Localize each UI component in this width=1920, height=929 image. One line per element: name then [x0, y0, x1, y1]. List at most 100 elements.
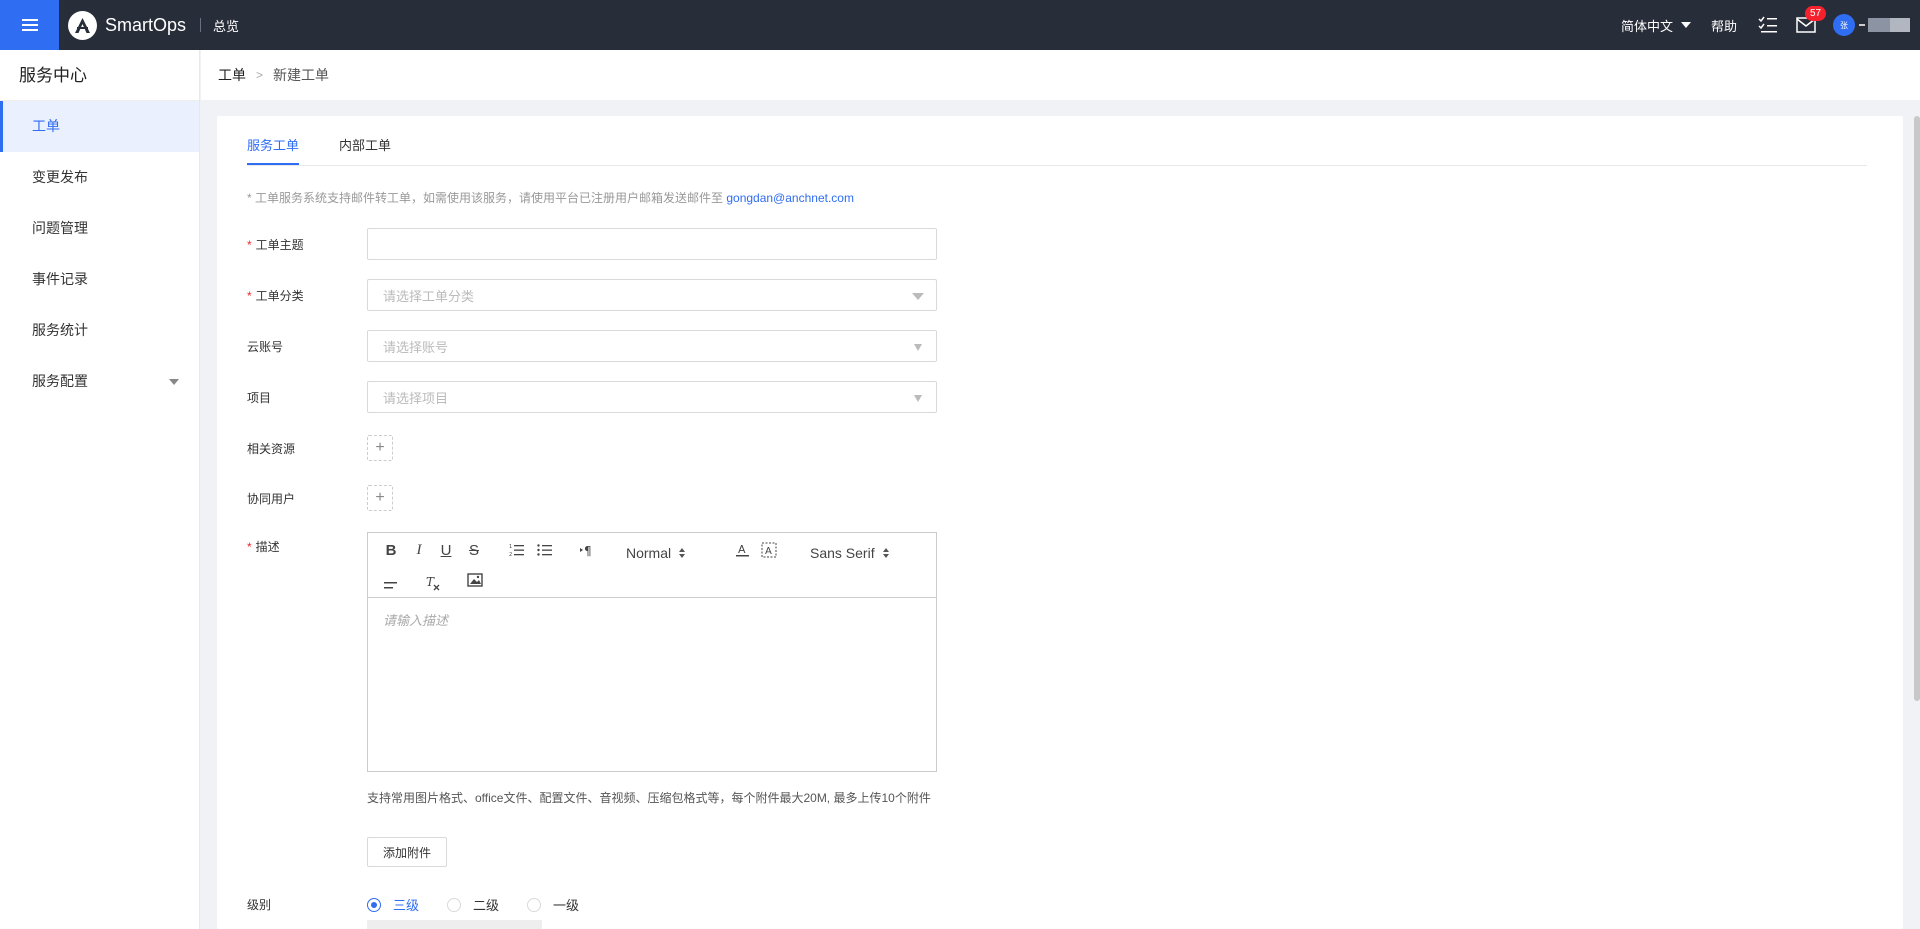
svg-text:¶: ¶	[584, 544, 592, 557]
notice-email[interactable]: gongdan@anchnet.com	[726, 191, 854, 205]
level-radio-1[interactable]: 一级	[527, 895, 579, 914]
logo[interactable]: SmartOps	[68, 10, 187, 40]
bold-button[interactable]: B	[382, 541, 400, 559]
strikethrough-button[interactable]: S	[465, 541, 483, 559]
header-select-label: Normal	[626, 545, 672, 561]
sidebar-item-label: 服务配置	[32, 373, 88, 389]
logo-icon	[68, 10, 97, 40]
project-placeholder: 请选择项目	[383, 390, 449, 406]
level-radio-3[interactable]: 三级	[367, 895, 419, 914]
category-row: * 工单分类 请选择工单分类	[247, 279, 937, 311]
collaborators-row: 协同用户 +	[247, 485, 393, 511]
sidebar-item-service-config[interactable]: 服务配置	[0, 356, 199, 407]
subject-input[interactable]	[367, 228, 937, 260]
image-icon[interactable]	[466, 571, 484, 589]
bullet-list-icon[interactable]	[536, 541, 554, 559]
account-select[interactable]: 请选择账号	[367, 330, 937, 362]
radio-checked-icon	[367, 897, 381, 912]
project-select[interactable]: 请选择项目	[367, 381, 937, 413]
account-row: 云账号 请选择账号	[247, 330, 937, 362]
logo-text: SmartOps	[105, 14, 187, 35]
add-resource-button[interactable]: +	[367, 435, 393, 461]
breadcrumb-current: 新建工单	[273, 67, 330, 83]
chevron-right-icon: >	[256, 68, 264, 82]
sidebar-item-service-stats[interactable]: 服务统计	[0, 305, 199, 356]
level-description-box	[367, 920, 542, 929]
font-select-label: Sans Serif	[810, 545, 875, 561]
category-label: * 工单分类	[247, 288, 304, 303]
attachment-note: 支持常用图片格式、office文件、配置文件、音视频、压缩包格式等，每个附件最大…	[367, 791, 931, 805]
avatar[interactable]: 张	[1833, 14, 1855, 36]
divider	[200, 18, 202, 32]
svg-text:A: A	[765, 546, 772, 557]
chevron-down-icon	[169, 379, 179, 385]
menu-button[interactable]	[0, 0, 59, 50]
breadcrumb: 工单 > 新建工单	[201, 50, 1920, 100]
svg-text:A: A	[738, 543, 746, 556]
language-label: 简体中文	[1620, 18, 1673, 34]
description-editor[interactable]: 请输入描述	[368, 598, 936, 641]
category-placeholder: 请选择工单分类	[383, 288, 475, 304]
sidebar-title: 服务中心	[0, 50, 199, 101]
description-label: * 描述	[247, 540, 280, 554]
subject-label: * 工单主题	[247, 237, 304, 252]
select-arrows-icon	[679, 547, 686, 559]
chevron-down-icon	[914, 395, 922, 402]
overview-link[interactable]: 总览	[213, 16, 239, 35]
form-card: 服务工单 内部工单 * 工单服务系统支持邮件转工单，如需使用该服务，请使用平台已…	[217, 116, 1903, 929]
chevron-down-icon	[912, 293, 924, 300]
radio-empty-icon	[527, 897, 542, 912]
notice-text: * 工单服务系统支持邮件转工单，如需使用该服务，请使用平台已注册用户邮箱发送邮件…	[247, 191, 727, 205]
resources-label: 相关资源	[247, 441, 296, 456]
background-color-icon[interactable]: A	[760, 541, 778, 559]
clear-format-icon[interactable]: T	[424, 574, 442, 592]
svg-text:2: 2	[509, 552, 512, 557]
tab-service-ticket[interactable]: 服务工单	[247, 135, 300, 165]
account-placeholder: 请选择账号	[383, 339, 449, 355]
font-color-icon[interactable]: A	[734, 541, 752, 559]
editor-toolbar: B I U S 12 ¶ Normal A A Sans Serif T	[368, 533, 936, 598]
select-arrows-icon	[882, 547, 889, 559]
align-left-icon[interactable]	[382, 574, 400, 592]
font-select[interactable]: Sans Serif	[810, 545, 889, 561]
breadcrumb-root[interactable]: 工单	[218, 65, 246, 85]
tab-internal-ticket[interactable]: 内部工单	[339, 135, 391, 165]
rich-text-editor: B I U S 12 ¶ Normal A A Sans Serif T 请输入…	[367, 532, 937, 772]
sidebar-item-tickets[interactable]: 工单	[0, 101, 199, 152]
level-label: 级别	[247, 898, 272, 912]
language-select[interactable]: 简体中文	[1621, 16, 1691, 35]
help-link[interactable]: 帮助	[1711, 16, 1737, 35]
project-row: 项目 请选择项目	[247, 381, 937, 413]
svg-text:1: 1	[509, 544, 512, 550]
mail-icon[interactable]: 57	[1795, 6, 1827, 36]
ordered-list-icon[interactable]: 12	[508, 541, 526, 559]
email-notice: * 工单服务系统支持邮件转工单，如需使用该服务，请使用平台已注册用户邮箱发送邮件…	[247, 189, 854, 206]
top-bar: SmartOps 总览 简体中文 帮助 57 张	[0, 0, 1920, 50]
svg-text:T: T	[426, 575, 435, 589]
hamburger-icon	[21, 19, 38, 31]
sidebar-item-change-release[interactable]: 变更发布	[0, 152, 199, 203]
header-select[interactable]: Normal	[626, 545, 686, 561]
project-label: 项目	[247, 390, 272, 405]
sidebar-item-problem-management[interactable]: 问题管理	[0, 203, 199, 254]
add-collaborator-button[interactable]: +	[367, 485, 393, 511]
category-select[interactable]: 请选择工单分类	[367, 279, 937, 311]
radio-empty-icon	[447, 897, 462, 912]
tab-bar: 服务工单 内部工单	[247, 116, 1867, 166]
text-direction-icon[interactable]: ¶	[578, 541, 596, 559]
description-row: * 描述	[247, 538, 367, 555]
level-radio-group: 三级 二级 一级	[367, 895, 607, 914]
plus-icon: +	[375, 439, 385, 456]
level-radio-2[interactable]: 二级	[447, 895, 499, 914]
mail-badge: 57	[1805, 6, 1827, 21]
plus-icon: +	[375, 489, 385, 506]
collaborators-label: 协同用户	[247, 491, 296, 506]
scrollbar[interactable]	[1914, 116, 1920, 701]
subject-row: * 工单主题	[247, 228, 937, 260]
add-attachment-button[interactable]: 添加附件	[367, 837, 447, 867]
user-name-redacted[interactable]	[1859, 18, 1910, 32]
sidebar-item-event-records[interactable]: 事件记录	[0, 254, 199, 305]
italic-button[interactable]: I	[410, 541, 428, 559]
underline-button[interactable]: U	[437, 541, 455, 559]
task-list-icon[interactable]	[1757, 14, 1779, 36]
